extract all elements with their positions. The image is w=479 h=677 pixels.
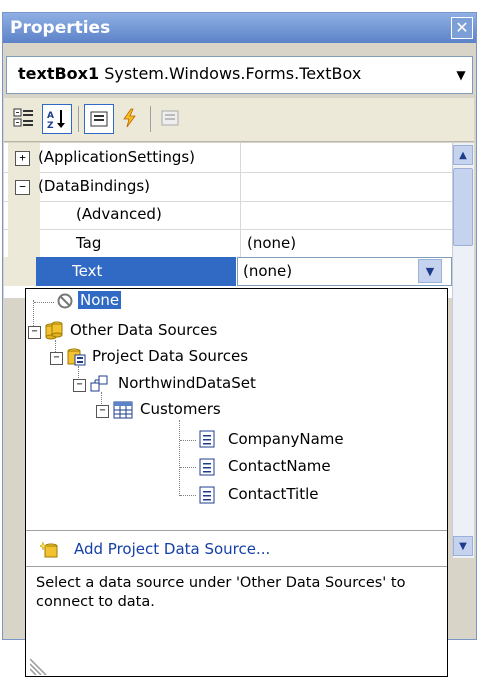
resize-grip-icon[interactable]	[30, 655, 50, 675]
events-icon	[123, 108, 136, 128]
expand-icon[interactable]: +	[15, 151, 30, 166]
category-margin	[8, 229, 40, 258]
scrollbar-thumb[interactable]	[453, 168, 473, 246]
collapse-icon[interactable]: −	[73, 379, 86, 392]
scroll-down-button[interactable]: ▼	[453, 536, 473, 556]
svg-text:A: A	[47, 111, 54, 121]
project-database-icon	[67, 348, 86, 366]
collapse-icon[interactable]: −	[50, 352, 63, 365]
category-margin	[4, 257, 36, 286]
toolbar-separator	[150, 106, 151, 132]
property-name: Text	[72, 262, 103, 280]
column-divider	[240, 143, 241, 172]
tree-item-field[interactable]: CompanyName	[228, 430, 344, 448]
chevron-up-icon: ▲	[459, 149, 467, 161]
events-button[interactable]	[116, 104, 144, 132]
dataset-icon	[90, 375, 108, 392]
property-row-advanced[interactable]: (Advanced)	[4, 200, 452, 230]
svg-text:Z: Z	[47, 121, 54, 130]
property-pages-button[interactable]	[156, 104, 184, 132]
chevron-down-icon: ▼	[459, 540, 467, 552]
column-divider	[240, 200, 241, 229]
add-data-source-icon	[40, 541, 58, 558]
categorized-button[interactable]	[10, 104, 38, 132]
object-selector-dropdown-icon[interactable]: ▼	[451, 60, 471, 90]
alphabetical-button[interactable]: A Z	[42, 104, 72, 134]
tree-line	[34, 302, 54, 303]
property-row-tag[interactable]: Tag (none)	[4, 229, 452, 259]
column-divider	[240, 229, 241, 258]
database-icon	[45, 321, 63, 340]
tree-item-other-data-sources[interactable]: Other Data Sources	[70, 321, 217, 339]
none-icon	[57, 293, 73, 309]
category-row-databindings[interactable]: − (DataBindings)	[4, 172, 452, 202]
category-label: (DataBindings)	[38, 177, 151, 195]
alphabetical-icon: A Z	[47, 110, 65, 130]
add-project-data-source-link[interactable]: Add Project Data Source...	[74, 540, 270, 558]
tree-item-customers[interactable]: Customers	[140, 400, 221, 418]
categorized-icon	[13, 108, 33, 127]
tree-line	[180, 440, 196, 441]
property-value[interactable]: (none)	[247, 234, 296, 252]
column-divider	[240, 172, 241, 201]
collapse-icon[interactable]: −	[28, 326, 41, 339]
category-label: (ApplicationSettings)	[38, 148, 196, 166]
table-icon	[113, 401, 133, 419]
property-row-text-selected[interactable]	[36, 257, 236, 286]
tree-item-project-data-sources[interactable]: Project Data Sources	[92, 347, 248, 365]
scroll-up-button[interactable]: ▲	[453, 145, 473, 165]
tree-line	[179, 420, 180, 496]
property-pages-icon	[161, 110, 179, 126]
help-divider	[26, 566, 447, 567]
property-name: (Advanced)	[76, 205, 162, 223]
field-icon	[199, 430, 215, 448]
tree-item-field[interactable]: ContactTitle	[228, 485, 319, 503]
collapse-icon[interactable]: −	[96, 405, 109, 418]
property-name: Tag	[76, 234, 102, 252]
properties-icon	[90, 111, 108, 127]
field-icon	[199, 458, 215, 476]
object-selector-text: textBox1 System.Windows.Forms.TextBox	[18, 64, 361, 83]
object-name: textBox1	[18, 64, 100, 83]
window-title: Properties	[10, 18, 111, 38]
category-margin	[8, 200, 40, 229]
tree-line	[180, 495, 196, 496]
popup-divider	[26, 530, 447, 531]
category-row-applicationsettings[interactable]: + (ApplicationSettings)	[4, 143, 452, 173]
property-value[interactable]: (none)	[243, 262, 292, 280]
collapse-icon[interactable]: −	[15, 180, 30, 195]
tree-line	[180, 467, 196, 468]
toolbar-separator	[78, 106, 79, 132]
tree-item-none[interactable]: None	[78, 291, 122, 309]
tree-item-field[interactable]: ContactName	[228, 457, 331, 475]
object-type: System.Windows.Forms.TextBox	[104, 64, 362, 83]
properties-toolbar	[4, 98, 474, 142]
properties-button[interactable]	[84, 104, 114, 134]
field-icon	[199, 486, 215, 504]
help-text: Select a data source under 'Other Data S…	[36, 575, 406, 610]
value-dropdown-button[interactable]: ▼	[418, 259, 442, 283]
tree-item-northwinddataset[interactable]: NorthwindDataSet	[118, 374, 256, 392]
close-icon: ✕	[455, 18, 469, 37]
close-button[interactable]: ✕	[451, 17, 473, 39]
chevron-down-icon: ▼	[425, 264, 435, 278]
